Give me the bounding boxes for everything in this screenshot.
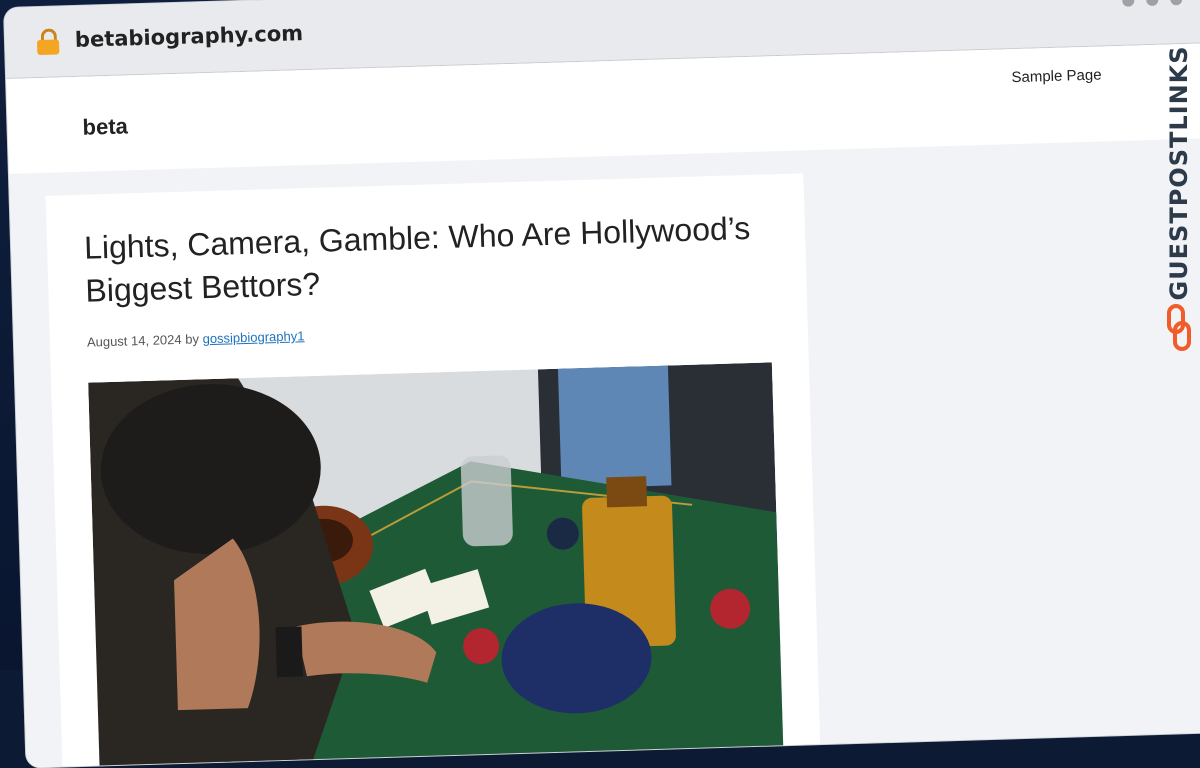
window-dot[interactable] (1170, 0, 1183, 6)
article-card: Lights, Camera, Gamble: Who Are Hollywoo… (45, 173, 822, 768)
post-date: August 14, 2024 (86, 331, 182, 350)
featured-image (88, 362, 785, 768)
article-meta: August 14, 2024 by gossipbiography1 (87, 328, 305, 349)
post-by: by (185, 331, 200, 347)
lock-icon (36, 28, 60, 56)
address-bar-url[interactable]: betabiography.com (75, 21, 304, 52)
nav-link-sample-page[interactable]: Sample Page (1011, 66, 1102, 86)
window-controls (1122, 0, 1183, 7)
guestpostlinks-watermark: GUESTPOSTLINKS (1163, 45, 1195, 355)
web-page: beta Sample Page Lights, Camera, Gamble:… (6, 42, 1200, 768)
author-link[interactable]: gossipbiography1 (202, 328, 304, 346)
casino-table-photo (88, 362, 785, 768)
watermark-text: GUESTPOSTLINKS (1165, 45, 1193, 301)
chain-link-icon (1167, 304, 1191, 351)
site-title[interactable]: beta (82, 113, 128, 140)
window-dot[interactable] (1122, 0, 1135, 7)
article-title: Lights, Camera, Gamble: Who Are Hollywoo… (83, 209, 751, 309)
browser-window: betabiography.com beta Sample Page Light… (4, 0, 1200, 768)
window-dot[interactable] (1146, 0, 1159, 7)
